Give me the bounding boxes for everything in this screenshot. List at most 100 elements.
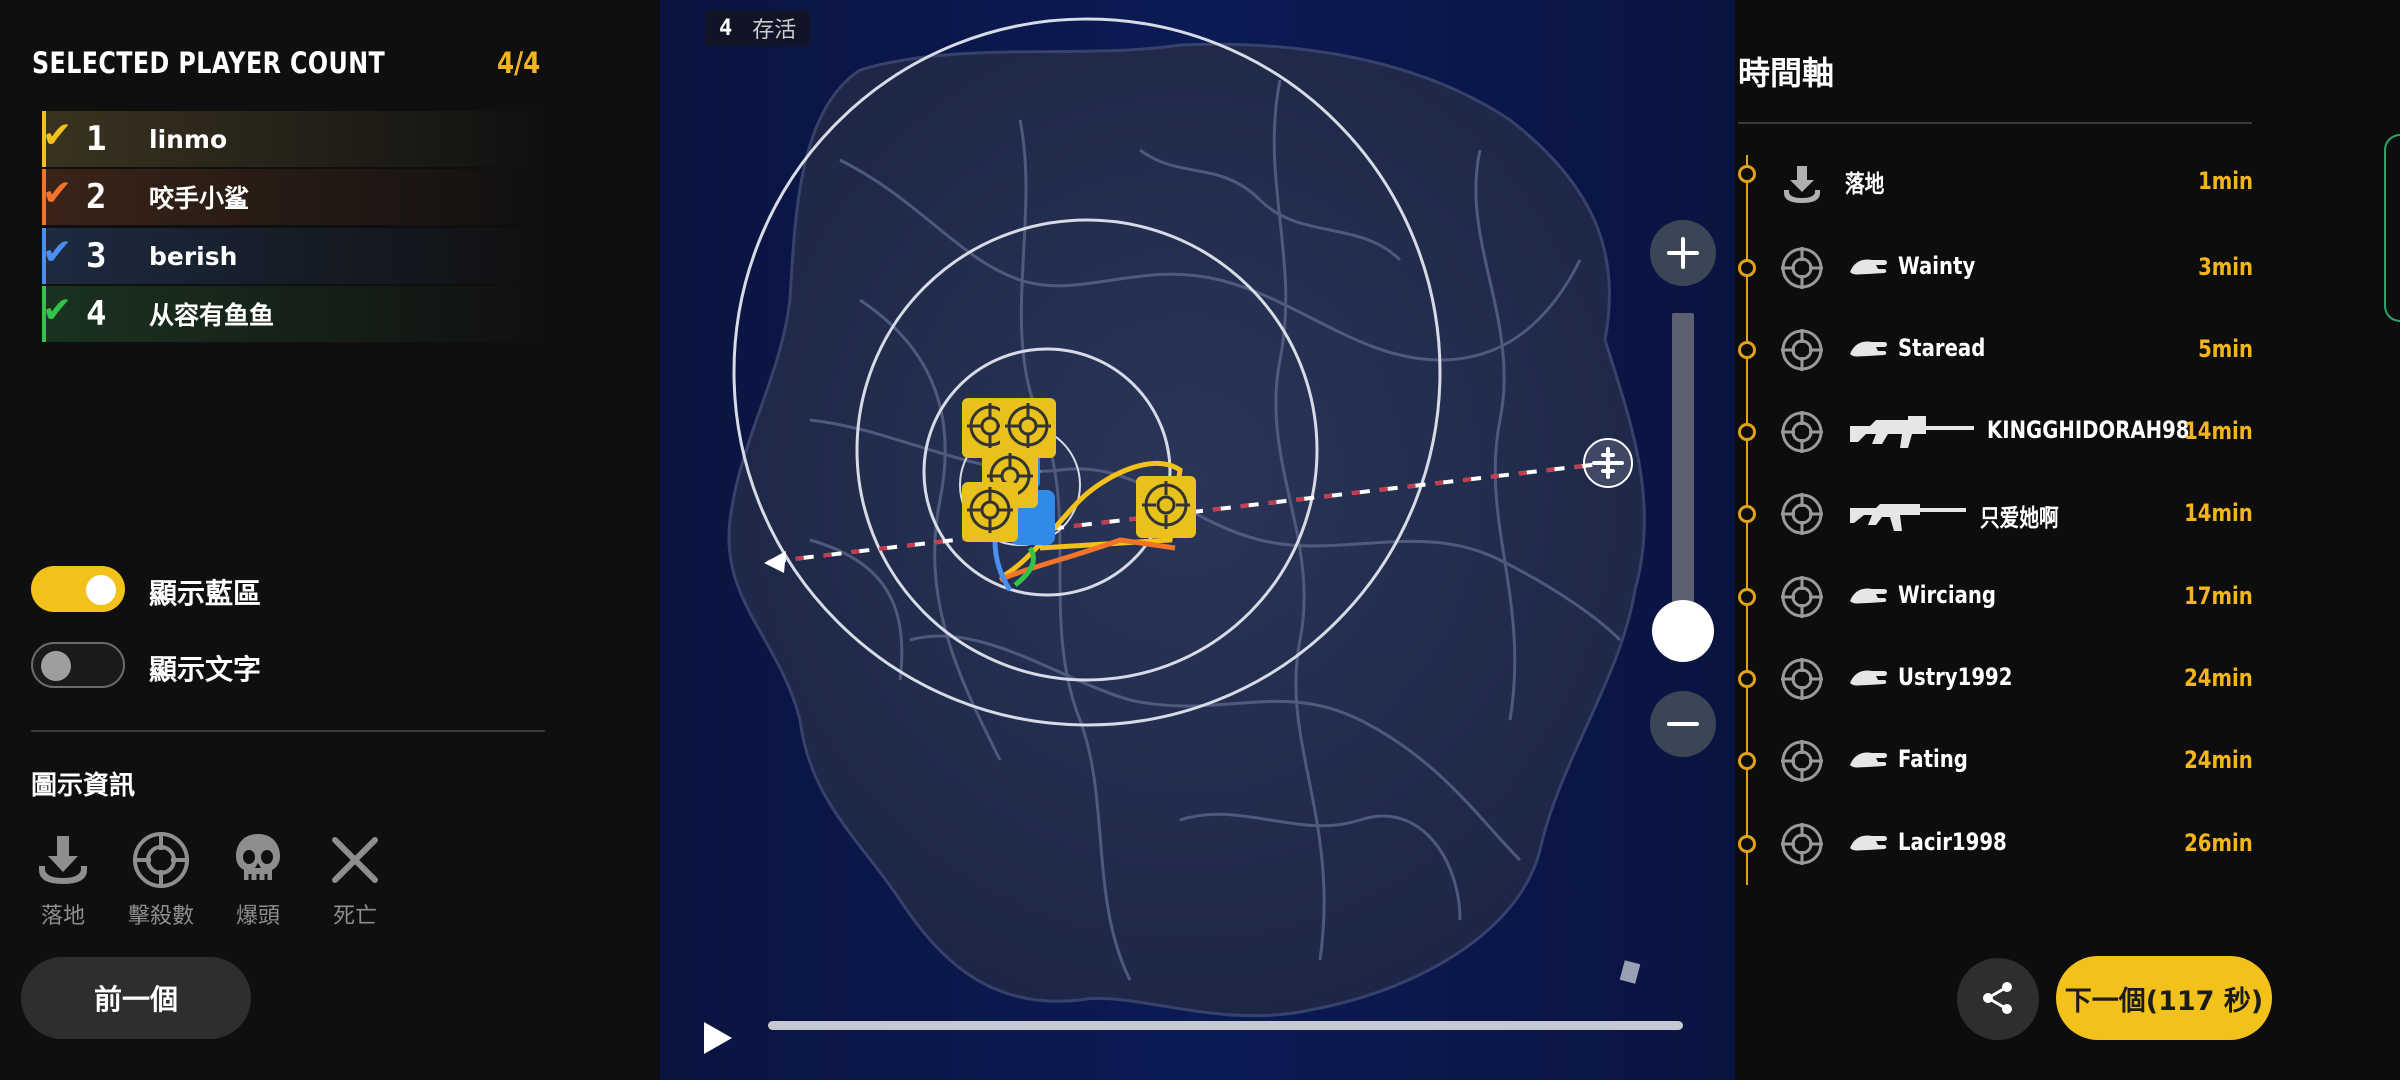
zoom-in-button[interactable]	[1650, 220, 1716, 286]
player-number: 4	[86, 294, 107, 334]
player-name: berish	[149, 241, 238, 271]
toggle-knob	[86, 575, 116, 605]
crosshair-icon	[1780, 492, 1824, 541]
legend-death: 死亡	[310, 830, 400, 930]
share-icon	[1983, 981, 2012, 1014]
timeline-dot	[1738, 670, 1756, 688]
crosshair-icon	[1780, 739, 1824, 788]
timeline-event[interactable]: Wainty 3min	[1735, 238, 2255, 298]
victim-name: KINGGHIDORAH98	[1987, 416, 2190, 444]
timeline-title: 時間軸	[1738, 54, 1835, 92]
timeline-dot	[1738, 423, 1756, 441]
victim-name: 只爱她啊	[1980, 504, 2059, 532]
timeline-dot	[1738, 752, 1756, 770]
share-button[interactable]	[1957, 958, 2039, 1040]
timeline-event[interactable]: Fating 24min	[1735, 731, 2255, 791]
player-row[interactable]: 3 berish ✔	[42, 228, 542, 284]
play-icon	[704, 1022, 732, 1054]
event-time: 17min	[2184, 582, 2253, 610]
player-number: 1	[86, 119, 107, 159]
play-button[interactable]	[700, 1018, 736, 1063]
crosshair-icon	[1780, 328, 1824, 377]
check-icon: ✔	[42, 114, 73, 155]
timeline-dot	[1738, 505, 1756, 523]
left-panel: SELECTED PLAYER COUNT 4/4 1 linmo ✔ 2 咬手小鲨 ✔ 3…	[0, 0, 660, 1080]
event-time: 24min	[2184, 664, 2253, 692]
side-tab[interactable]	[2384, 134, 2400, 322]
timeline-dot	[1738, 165, 1756, 183]
divider	[31, 730, 545, 732]
next-button[interactable]: 下一個(117 秒)	[2056, 956, 2272, 1040]
check-icon: ✔	[42, 172, 73, 213]
legend-landing-label: 落地	[40, 904, 85, 929]
crosshair-icon	[133, 832, 189, 888]
timeline-dot	[1738, 341, 1756, 359]
legend-death-label: 死亡	[332, 904, 377, 929]
show-text-toggle[interactable]	[31, 642, 125, 688]
event-time: 14min	[2184, 417, 2253, 445]
zoom-slider-handle[interactable]	[1652, 600, 1714, 662]
fist-icon	[1848, 334, 1890, 369]
victim-name: Fating	[1898, 745, 1968, 773]
zoom-slider-track[interactable]	[1672, 313, 1694, 633]
fist-icon	[1848, 663, 1890, 698]
timeline-event[interactable]: KINGGHIDORAH98 14min	[1735, 402, 2255, 462]
x-icon	[332, 837, 378, 883]
player-number: 3	[86, 236, 107, 276]
zoom-out-button[interactable]	[1650, 691, 1716, 757]
legend-headshot: 爆頭	[213, 830, 303, 930]
player-number: 2	[86, 177, 107, 217]
victim-name: Staread	[1898, 334, 1986, 362]
show-blue-zone-toggle[interactable]	[31, 566, 125, 612]
event-time: 26min	[2184, 829, 2253, 857]
timeline-event[interactable]: Lacir1998 26min	[1735, 814, 2255, 874]
event-time: 5min	[2198, 335, 2253, 363]
crosshair-icon	[1780, 575, 1824, 624]
victim-name: Ustry1992	[1898, 663, 2013, 691]
player-row[interactable]: 4 从容有鱼鱼 ✔	[42, 286, 542, 342]
alive-label: 存活	[752, 18, 797, 43]
event-time: 14min	[2184, 499, 2253, 527]
minus-icon	[1667, 722, 1699, 726]
player-row[interactable]: 1 linmo ✔	[42, 111, 542, 167]
playback-progress-bar[interactable]	[768, 1021, 1683, 1030]
fist-icon	[1848, 828, 1890, 863]
legend-title: 圖示資訊	[31, 771, 136, 801]
machine-gun-icon	[1848, 412, 1978, 457]
landing-icon	[39, 836, 87, 884]
player-name: 从容有鱼鱼	[149, 301, 275, 330]
event-label: 落地	[1845, 170, 1885, 198]
alive-count: 4	[719, 15, 733, 41]
timeline-divider	[1738, 122, 2252, 124]
victim-name: Wirciang	[1898, 581, 1996, 609]
previous-button[interactable]: 前一個	[21, 957, 251, 1039]
timeline-event[interactable]: 只爱她啊 14min	[1735, 484, 2255, 544]
timeline-dot	[1738, 588, 1756, 606]
toggle-knob	[41, 651, 71, 681]
player-name: 咬手小鲨	[149, 184, 250, 213]
show-text-label: 顯示文字	[149, 653, 262, 686]
selected-player-count-title: SELECTED PLAYER COUNT	[32, 46, 386, 80]
skull-icon	[236, 834, 280, 882]
plus-icon	[1667, 237, 1699, 269]
fist-icon	[1848, 252, 1890, 287]
event-time: 3min	[2198, 253, 2253, 281]
legend-kills: 擊殺數	[116, 830, 206, 930]
landing-icon	[1780, 163, 1824, 212]
crosshair-icon	[1780, 822, 1824, 871]
timeline-dot	[1738, 259, 1756, 277]
timeline-event[interactable]: Wirciang 17min	[1735, 567, 2255, 627]
timeline-event[interactable]: 落地 1min	[1735, 145, 2255, 205]
player-row[interactable]: 2 咬手小鲨 ✔	[42, 169, 542, 225]
island-map	[727, 17, 1646, 1018]
show-blue-zone-label: 顯示藍區	[149, 577, 262, 610]
alive-indicator: 4 存活	[705, 10, 811, 46]
timeline-event[interactable]: Staread 5min	[1735, 320, 2255, 380]
legend-headshot-label: 爆頭	[235, 904, 280, 929]
legend-kills-label: 擊殺數	[127, 904, 194, 929]
victim-name: Lacir1998	[1898, 828, 2007, 856]
timeline-event[interactable]: Ustry1992 24min	[1735, 649, 2255, 709]
player-name: linmo	[149, 124, 228, 154]
map-view[interactable]	[660, 0, 1735, 1080]
event-time: 24min	[2184, 746, 2253, 774]
